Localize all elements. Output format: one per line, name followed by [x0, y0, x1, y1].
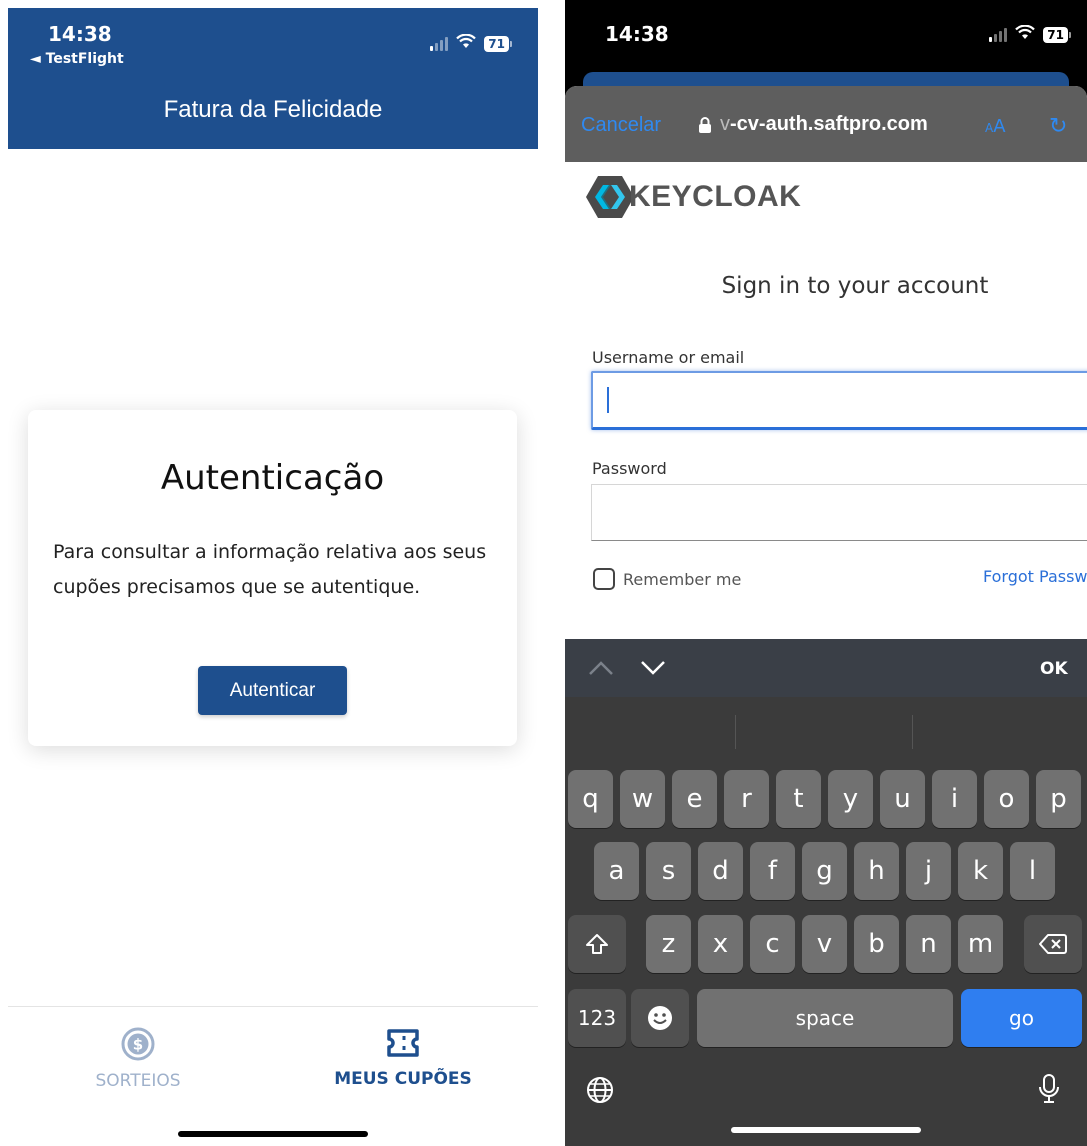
key-n[interactable]: n	[906, 915, 951, 973]
cellular-signal-icon	[430, 36, 449, 51]
password-label: Password	[592, 459, 667, 478]
key-v[interactable]: v	[802, 915, 847, 973]
username-label: Username or email	[592, 348, 745, 367]
backspace-icon	[1039, 934, 1067, 954]
globe-icon[interactable]	[585, 1075, 615, 1109]
app-header: 14:38 ◄ TestFlight 71 Fatura da Felicida…	[8, 8, 538, 149]
shift-key[interactable]	[568, 915, 626, 973]
key-t[interactable]: t	[776, 770, 821, 828]
key-l[interactable]: l	[1010, 842, 1055, 900]
key-h[interactable]: h	[854, 842, 899, 900]
microphone-icon[interactable]	[1037, 1073, 1061, 1109]
key-o[interactable]: o	[984, 770, 1029, 828]
key-w[interactable]: w	[620, 770, 665, 828]
key-i[interactable]: i	[932, 770, 977, 828]
remember-me-checkbox[interactable]	[593, 568, 615, 590]
tab-meus-cupoes-label: MEUS CUPÕES	[334, 1069, 472, 1089]
emoji-icon	[648, 1006, 672, 1030]
keyboard-ok-button[interactable]: OK	[1040, 659, 1068, 679]
status-time: 14:38	[605, 22, 669, 46]
key-q[interactable]: q	[568, 770, 613, 828]
wifi-icon	[456, 33, 477, 53]
keycloak-hexagon-icon	[586, 176, 634, 218]
auth-title: Autenticação	[160, 458, 385, 498]
authenticate-button[interactable]: Autenticar	[198, 666, 347, 715]
text-caret	[607, 387, 609, 413]
home-indicator	[731, 1127, 921, 1133]
cellular-signal-icon	[989, 27, 1008, 42]
url-text[interactable]: v-cv-auth.saftpro.com	[720, 113, 928, 136]
text-size-button[interactable]: AA	[985, 116, 1006, 137]
tab-sorteios-label: SORTEIOS	[95, 1071, 181, 1091]
key-u[interactable]: u	[880, 770, 925, 828]
key-f[interactable]: f	[750, 842, 795, 900]
page-title: Fatura da Felicidade	[163, 96, 383, 123]
back-to-testflight-link[interactable]: ◄ TestFlight	[30, 51, 124, 67]
auth-message: Para consultar a informação relativa aos…	[53, 541, 487, 598]
key-x[interactable]: x	[698, 915, 743, 973]
lock-icon	[699, 117, 711, 133]
browser-url-bar: Cancelar v-cv-auth.saftpro.com AA ↻	[565, 86, 1087, 162]
url-prefix: v	[720, 113, 730, 135]
url-domain: -cv-auth.saftpro.com	[730, 113, 928, 135]
remember-me[interactable]: Remember me	[593, 568, 741, 590]
numbers-key[interactable]: 123	[568, 989, 626, 1047]
ticket-icon	[387, 1029, 419, 1057]
shift-icon	[586, 934, 608, 954]
signin-title: Sign in to your account	[721, 273, 989, 299]
dollar-circle-icon: $	[121, 1027, 155, 1061]
key-k[interactable]: k	[958, 842, 1003, 900]
key-a[interactable]: a	[594, 842, 639, 900]
key-s[interactable]: s	[646, 842, 691, 900]
home-indicator	[178, 1131, 368, 1137]
tab-sorteios[interactable]: $ SORTEIOS	[38, 1027, 238, 1091]
forgot-password-link[interactable]: Forgot Passw	[983, 567, 1087, 586]
previous-field-icon[interactable]	[587, 659, 615, 677]
username-input[interactable]	[591, 371, 1087, 430]
key-m[interactable]: m	[958, 915, 1003, 973]
key-e[interactable]: e	[672, 770, 717, 828]
key-d[interactable]: d	[698, 842, 743, 900]
status-icons: 71	[430, 33, 512, 53]
key-g[interactable]: g	[802, 842, 847, 900]
prediction-divider	[912, 715, 913, 749]
backspace-key[interactable]	[1024, 915, 1082, 973]
tab-bar: $ SORTEIOS MEUS CUPÕES	[8, 1006, 538, 1146]
auth-card: Autenticação Para consultar a informação…	[28, 410, 517, 746]
key-r[interactable]: r	[724, 770, 769, 828]
key-z[interactable]: z	[646, 915, 691, 973]
browser-sheet: Cancelar v-cv-auth.saftpro.com AA ↻ KEYC…	[565, 86, 1087, 646]
space-key[interactable]: space	[697, 989, 953, 1047]
key-y[interactable]: y	[828, 770, 873, 828]
tab-meus-cupoes[interactable]: MEUS CUPÕES	[303, 1027, 503, 1089]
keycloak-logo: KEYCLOAK	[585, 174, 801, 220]
keyboard-toolbar: OK	[565, 639, 1087, 697]
wifi-icon	[1015, 24, 1036, 44]
next-field-icon[interactable]	[639, 659, 667, 677]
reload-icon[interactable]: ↻	[1049, 114, 1067, 139]
svg-text:$: $	[133, 1036, 143, 1054]
status-time: 14:38	[48, 22, 112, 46]
battery-level: 71	[1043, 26, 1068, 43]
status-icons: 71	[989, 24, 1071, 44]
battery-icon: 71	[1043, 26, 1071, 43]
prediction-divider	[735, 715, 736, 749]
key-j[interactable]: j	[906, 842, 951, 900]
battery-level: 71	[484, 35, 509, 52]
cancel-button[interactable]: Cancelar	[581, 114, 661, 137]
key-p[interactable]: p	[1036, 770, 1081, 828]
key-b[interactable]: b	[854, 915, 899, 973]
battery-icon: 71	[484, 35, 512, 52]
keycloak-wordmark: KEYCLOAK	[629, 180, 802, 213]
emoji-key[interactable]	[631, 989, 689, 1047]
right-screen: 14:38 71 Cancelar v-cv-auth.saftpro.com …	[565, 0, 1087, 1146]
remember-me-label: Remember me	[623, 569, 742, 589]
go-key[interactable]: go	[961, 989, 1082, 1047]
left-screen: 14:38 ◄ TestFlight 71 Fatura da Felicida…	[8, 8, 538, 1146]
keyboard: q w e r t y u i o p a s d f g h j k l z …	[565, 697, 1087, 1146]
key-c[interactable]: c	[750, 915, 795, 973]
password-input[interactable]	[591, 484, 1087, 541]
